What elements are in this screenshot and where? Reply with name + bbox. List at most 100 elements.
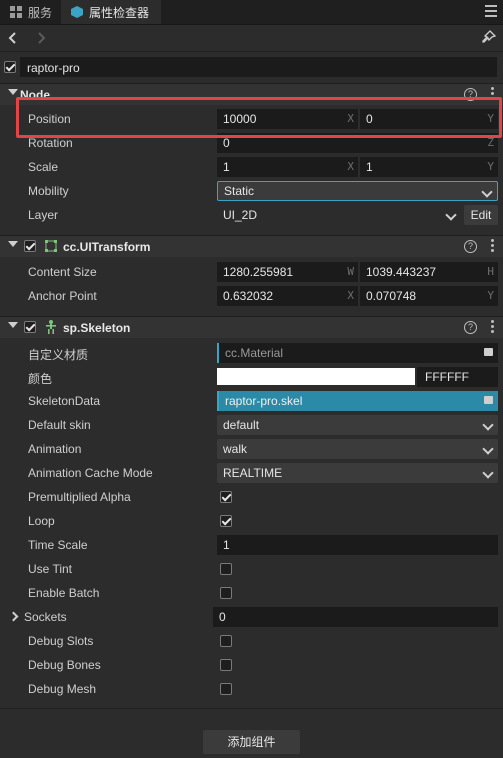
collapse-arrow-icon[interactable] [8, 241, 18, 247]
skeleton-enabled-checkbox[interactable] [24, 321, 36, 333]
animation-label: Animation [28, 442, 82, 456]
sockets-label: Sockets [24, 610, 67, 624]
scale-y-input[interactable]: 1Y [360, 157, 498, 177]
skeleton-data-label: SkeletonData [28, 394, 101, 408]
skeleton-icon [45, 320, 57, 334]
debug-slots-label: Debug Slots [28, 634, 94, 648]
animation-row: Animation walk [0, 437, 503, 461]
anchor-point-label: Anchor Point [28, 289, 97, 303]
skeleton-data-asset-field[interactable]: raptor-pro.skel [217, 391, 498, 411]
node-name-input[interactable]: raptor-pro [20, 57, 497, 77]
section-title: cc.UITransform [63, 240, 151, 254]
skeleton-data-row: SkeletonData raptor-pro.skel [0, 389, 503, 413]
more-options-icon[interactable] [491, 239, 494, 253]
debug-slots-checkbox[interactable] [220, 635, 232, 647]
chevron-right-icon[interactable] [8, 611, 19, 622]
content-width-input[interactable]: 1280.255981 W [217, 262, 358, 282]
tab-label: 属性检查器 [89, 5, 150, 20]
content-height-input[interactable]: 1039.443237 H [360, 262, 498, 282]
custom-material-row: 自定义材质 cc.Material [0, 341, 503, 365]
debug-mesh-label: Debug Mesh [28, 682, 97, 696]
debug-bones-checkbox[interactable] [220, 659, 232, 671]
loop-row: Loop [0, 509, 503, 533]
uitransform-enabled-checkbox[interactable] [24, 240, 36, 252]
content-size-row: Content Size 1280.255981 W 1039.443237 H [0, 260, 503, 284]
add-component-button[interactable]: 添加组件 [203, 730, 300, 754]
enable-batch-label: Enable Batch [28, 586, 100, 600]
hamburger-menu-icon[interactable] [485, 5, 497, 17]
mobility-select[interactable]: Static [217, 181, 498, 201]
loop-label: Loop [28, 514, 55, 528]
position-highlight-box [16, 97, 502, 138]
collapse-arrow-icon[interactable] [8, 322, 18, 328]
rotation-label: Rotation [28, 136, 73, 150]
custom-material-label: 自定义材质 [28, 348, 89, 362]
anchor-x-input[interactable]: 0.632032 X [217, 286, 358, 306]
default-skin-label: Default skin [28, 418, 91, 432]
navigation-bar [0, 25, 503, 52]
enable-batch-checkbox[interactable] [220, 587, 232, 599]
animation-cache-mode-label: Animation Cache Mode [28, 466, 153, 480]
premultiplied-alpha-row: Premultiplied Alpha [0, 485, 503, 509]
mobility-label: Mobility [28, 184, 69, 198]
time-scale-label: Time Scale [28, 538, 88, 552]
tab-services[interactable]: 服务 [0, 0, 60, 24]
debug-mesh-checkbox[interactable] [220, 683, 232, 695]
uitransform-section-header[interactable]: cc.UITransform ? [0, 235, 503, 257]
color-row: 颜色 FFFFFF [0, 365, 503, 389]
anchor-y-input[interactable]: 0.070748 Y [360, 286, 498, 306]
tab-label: 服务 [28, 5, 53, 20]
layer-row: Layer UI_2D Edit [0, 203, 503, 227]
lock-icon [484, 348, 493, 356]
layer-select[interactable]: UI_2D [217, 205, 461, 225]
loop-checkbox[interactable] [220, 515, 232, 527]
time-scale-input[interactable]: 1 [217, 535, 498, 555]
skeleton-section-header[interactable]: sp.Skeleton ? [0, 316, 503, 338]
mobility-row: Mobility Static [0, 179, 503, 203]
debug-bones-label: Debug Bones [28, 658, 101, 672]
debug-mesh-row: Debug Mesh [0, 677, 503, 701]
animation-select[interactable]: walk [217, 439, 498, 459]
default-skin-select[interactable]: default [217, 415, 498, 435]
grid-icon [10, 6, 22, 18]
lock-icon [484, 396, 493, 404]
node-name-row: raptor-pro [0, 52, 503, 82]
premultiplied-alpha-label: Premultiplied Alpha [28, 490, 131, 504]
enable-batch-row: Enable Batch [0, 581, 503, 605]
node-active-checkbox[interactable] [4, 61, 16, 73]
chevron-down-icon [482, 443, 494, 455]
help-icon[interactable]: ? [464, 240, 477, 253]
back-icon[interactable] [4, 29, 22, 47]
layer-edit-button[interactable]: Edit [464, 205, 498, 225]
inspector-icon [71, 6, 83, 18]
sockets-count-input[interactable]: 0 [213, 607, 498, 627]
debug-bones-row: Debug Bones [0, 653, 503, 677]
animation-cache-mode-select[interactable]: REALTIME [217, 463, 498, 483]
chevron-down-icon [481, 186, 493, 198]
use-tint-label: Use Tint [28, 562, 73, 576]
use-tint-checkbox[interactable] [220, 563, 232, 575]
chevron-down-icon [445, 209, 457, 221]
uitransform-icon [45, 240, 57, 252]
premultiplied-alpha-checkbox[interactable] [220, 491, 232, 503]
time-scale-row: Time Scale 1 [0, 533, 503, 557]
footer-divider [0, 708, 503, 709]
forward-icon[interactable] [32, 29, 50, 47]
section-title: sp.Skeleton [63, 321, 131, 335]
content-size-label: Content Size [28, 265, 97, 279]
custom-material-asset-field[interactable]: cc.Material [217, 343, 498, 363]
more-options-icon[interactable] [491, 320, 494, 334]
scale-x-input[interactable]: 1X [217, 157, 358, 177]
color-label: 颜色 [28, 372, 53, 386]
chevron-down-icon [482, 467, 494, 479]
scale-row: Scale 1X 1Y [0, 155, 503, 179]
tab-bar: 服务 属性检查器 [0, 0, 503, 25]
tab-inspector[interactable]: 属性检查器 [61, 0, 161, 24]
color-swatch[interactable] [217, 368, 415, 385]
collapse-arrow-icon[interactable] [8, 89, 18, 95]
scale-label: Scale [28, 160, 59, 174]
help-icon[interactable]: ? [464, 321, 477, 334]
color-hex-input[interactable]: FFFFFF [417, 367, 498, 387]
anchor-point-row: Anchor Point 0.632032 X 0.070748 Y [0, 284, 503, 308]
pin-icon[interactable] [481, 29, 497, 45]
